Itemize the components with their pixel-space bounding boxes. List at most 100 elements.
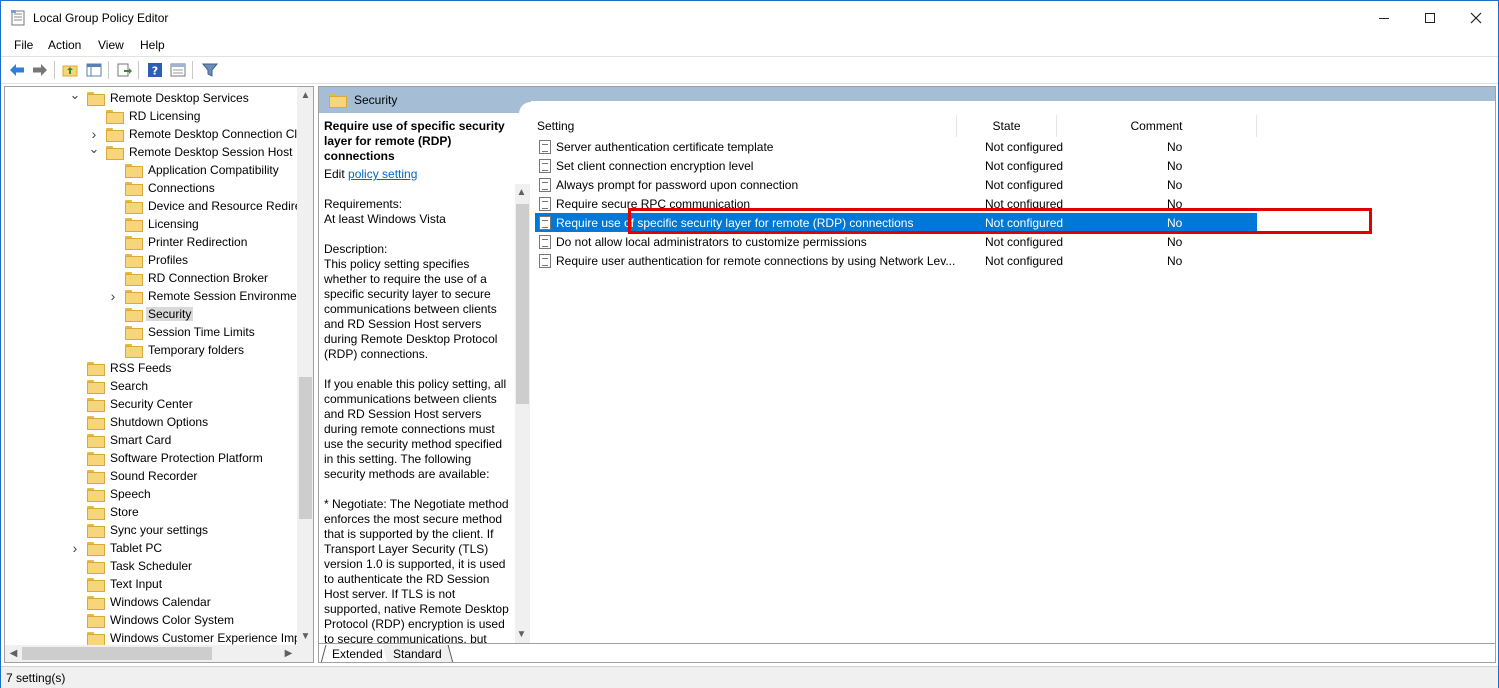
table-row[interactable]: Do not allow local administrators to cus… [535, 232, 1257, 251]
table-row[interactable]: Always prompt for password upon connecti… [535, 175, 1257, 194]
tree-item[interactable]: ⌄ Remote Desktop Services [69, 87, 251, 107]
tree-item[interactable]: Connections [107, 179, 217, 197]
tree-expander-spacer [107, 215, 119, 233]
window-title: Local Group Policy Editor [33, 11, 169, 25]
table-row[interactable]: Require user authentication for remote c… [535, 251, 1257, 270]
scroll-right-arrow-icon[interactable]: ▶ [280, 645, 297, 662]
menu-file[interactable]: File [14, 38, 33, 52]
tree-expander-spacer [69, 359, 81, 377]
up-one-level-button[interactable] [61, 61, 79, 79]
scroll-left-arrow-icon[interactable]: ◀ [5, 645, 22, 662]
column-header-setting[interactable]: Setting [531, 115, 957, 137]
row-state: Not configured [985, 177, 1064, 192]
minimize-button[interactable] [1361, 1, 1407, 35]
folder-icon [125, 218, 143, 232]
tree-item[interactable]: Temporary folders [107, 341, 246, 359]
tree-scroll-thumb[interactable] [299, 377, 312, 519]
folder-icon [87, 596, 105, 610]
tree-item[interactable]: Sound Recorder [69, 467, 199, 485]
row-state: Not configured [985, 158, 1064, 173]
edit-policy-line: Edit policy setting [324, 167, 417, 181]
tree-item[interactable]: Security Center [69, 395, 195, 413]
tree-expander-spacer [107, 161, 119, 179]
properties-button[interactable] [169, 61, 187, 79]
maximize-button[interactable] [1407, 1, 1453, 35]
desc-scroll-up-arrow-icon[interactable]: ▲ [514, 184, 529, 201]
scroll-up-arrow-icon[interactable]: ▲ [297, 87, 313, 104]
scroll-down-arrow-icon[interactable]: ▼ [297, 628, 313, 645]
tree-expander-spacer [69, 467, 81, 485]
tree-item[interactable]: Store [69, 503, 141, 521]
tree-item[interactable]: Software Protection Platform [69, 449, 265, 467]
back-button[interactable] [8, 61, 26, 79]
tree-item-label: Remote Desktop Services [110, 91, 249, 105]
expanded-chevron-icon[interactable]: ⌄ [69, 87, 81, 104]
tree-item[interactable]: RD Licensing [88, 107, 202, 125]
expanded-chevron-icon[interactable]: ⌄ [88, 140, 100, 158]
table-row[interactable]: Require secure RPC communication Not conf… [535, 194, 1257, 213]
tree-horizontal-scrollbar[interactable]: ◀ ▶ [5, 645, 297, 662]
tree-vertical-scrollbar[interactable]: ▲ ▼ [297, 87, 313, 645]
tree-item[interactable]: › Remote Desktop Connection Cli [88, 125, 302, 143]
close-button[interactable] [1453, 1, 1499, 35]
tree-item[interactable]: Speech [69, 485, 153, 503]
navigation-tree[interactable]: ⌄ Remote Desktop Services RD Licensing › Rem… [4, 86, 314, 663]
tree-item-label: Session Time Limits [148, 325, 255, 339]
folder-header: Security [319, 87, 524, 113]
tree-item-label: Text Input [110, 577, 163, 591]
desc-scroll-down-arrow-icon[interactable]: ▼ [514, 626, 529, 643]
collapsed-chevron-icon[interactable]: › [107, 287, 119, 305]
description-scroll-thumb[interactable] [516, 204, 529, 404]
tree-item[interactable]: Licensing [107, 215, 201, 233]
description-paragraph-2: If you enable this policy setting, all c… [324, 377, 507, 481]
tree-item[interactable]: Printer Redirection [107, 233, 249, 251]
tree-item[interactable]: Task Scheduler [69, 557, 194, 575]
description-paragraph-1: This policy setting specifies whether to… [324, 257, 498, 361]
tab-extended[interactable]: Extended [320, 645, 394, 662]
tree-item[interactable]: Application Compatibility [107, 161, 281, 179]
tree-expander-spacer [69, 413, 81, 431]
tree-item[interactable]: Smart Card [69, 431, 173, 449]
table-row[interactable]: Server authentication certificate templa… [535, 137, 1257, 156]
column-header-state[interactable]: State [957, 115, 1057, 137]
row-state: Not configured [985, 234, 1064, 249]
edit-policy-setting-link[interactable]: policy setting [348, 167, 417, 181]
tree-item[interactable]: Device and Resource Redirec [107, 197, 309, 215]
tab-standard[interactable]: Standard [382, 645, 454, 662]
tree-item[interactable]: Profiles [107, 251, 190, 269]
folder-icon [125, 290, 143, 304]
tree-item[interactable]: Sync your settings [69, 521, 210, 539]
tree-item[interactable]: Text Input [69, 575, 164, 593]
menu-action[interactable]: Action [48, 38, 81, 52]
tree-item[interactable]: › Remote Session Environment [107, 287, 309, 305]
forward-button[interactable] [31, 61, 49, 79]
row-comment: No [1167, 234, 1183, 249]
tree-item[interactable]: Windows Color System [69, 611, 236, 629]
tree-item-label: Speech [110, 487, 151, 501]
table-row[interactable]: Require use of specific security layer f… [535, 213, 1257, 232]
menu-view[interactable]: View [98, 38, 124, 52]
menu-help[interactable]: Help [140, 38, 165, 52]
help-button[interactable]: ? [146, 61, 164, 79]
tree-item[interactable]: Search [69, 377, 150, 395]
tree-horizontal-scroll-thumb[interactable] [22, 647, 212, 660]
tree-item[interactable]: RD Connection Broker [107, 269, 270, 287]
tree-item[interactable]: Security [107, 305, 194, 323]
filter-button[interactable] [201, 61, 219, 79]
tree-item[interactable]: › Tablet PC [69, 539, 164, 557]
tree-item[interactable]: ⌄ Remote Desktop Session Host [88, 140, 294, 161]
folder-icon [87, 632, 105, 646]
collapsed-chevron-icon[interactable]: › [69, 539, 81, 557]
tree-expander-spacer [69, 575, 81, 593]
export-list-icon [117, 63, 132, 77]
description-scrollbar[interactable]: ▲ ▼ [515, 184, 530, 643]
tree-item[interactable]: Session Time Limits [107, 323, 257, 341]
show-hide-tree-button[interactable] [85, 61, 103, 79]
tree-item[interactable]: Shutdown Options [69, 413, 210, 431]
tree-item[interactable]: Windows Calendar [69, 593, 213, 611]
tree-item[interactable]: RSS Feeds [69, 359, 173, 377]
column-header-comment[interactable]: Comment [1057, 115, 1257, 137]
export-list-button[interactable] [115, 61, 133, 79]
description-paragraph-3: * Negotiate: The Negotiate method enforc… [324, 497, 509, 643]
table-row[interactable]: Set client connection encryption level No… [535, 156, 1257, 175]
